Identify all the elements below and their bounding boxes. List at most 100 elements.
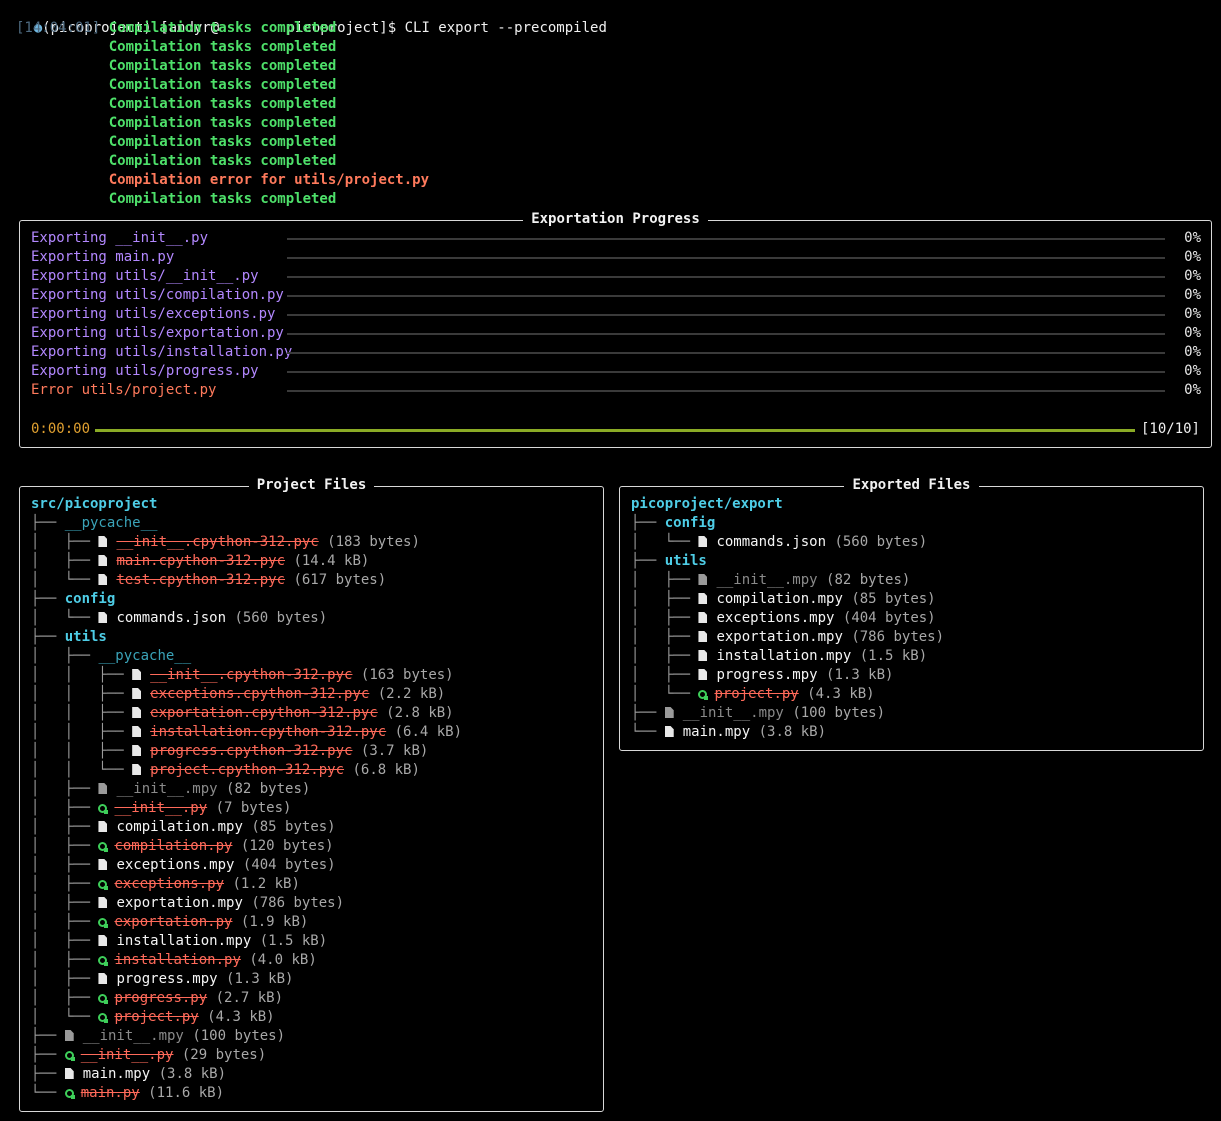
tree-guide: │ ├── xyxy=(631,572,699,588)
file-name: __init__.mpy xyxy=(116,781,218,797)
tree-file: │ ├── exportation.mpy (786 bytes) xyxy=(631,628,944,647)
tree-guide: │ └── xyxy=(31,572,99,588)
file-size: (6.8 kB) xyxy=(352,762,420,778)
tree-guide: ├── xyxy=(631,515,665,531)
file-name: progress.cpython-312.pyc xyxy=(150,743,353,759)
file-icon xyxy=(698,650,708,661)
file-name: __init__.mpy xyxy=(82,1028,184,1044)
file-name: exceptions.py xyxy=(114,876,225,892)
tree-guide: └── xyxy=(31,1085,65,1101)
file-icon xyxy=(664,707,674,718)
tree-guide: ├── xyxy=(31,515,65,531)
file-size: (1.5 kB) xyxy=(859,648,928,664)
log-message: Compilation tasks completed xyxy=(108,134,337,150)
tree-guide: │ └── xyxy=(631,686,699,702)
tree-file: │ └── project.py (4.3 kB) xyxy=(31,1008,275,1027)
tree-file: │ ├── __init__.mpy (82 bytes) xyxy=(31,780,310,799)
file-size: (7 bytes) xyxy=(215,800,292,816)
tree-guide: │ ├── xyxy=(31,952,99,968)
file-icon xyxy=(98,536,108,547)
file-name: exceptions.mpy xyxy=(716,610,835,626)
file-icon xyxy=(98,574,108,585)
file-size: (14.4 kB) xyxy=(293,553,370,569)
export-task-row: Exporting utils/compilation.py 0% xyxy=(31,286,1201,305)
tree-guide: │ ├── xyxy=(31,819,99,835)
file-name: __init__.cpython-312.pyc xyxy=(150,667,353,683)
file-size: (4.3 kB) xyxy=(807,686,875,702)
tree-file: │ ├── exceptions.mpy (404 bytes) xyxy=(31,856,336,875)
python-file-icon xyxy=(98,994,109,1004)
export-task-label: Exporting main.py xyxy=(31,249,175,265)
prompt-line: ●(picoproject) [andyr@ picoproject]$ CLI… xyxy=(0,0,607,36)
file-name: main.mpy xyxy=(82,1066,151,1082)
tree-file: │ │ └── project.cpython-312.pyc (6.8 kB) xyxy=(31,761,420,780)
file-icon xyxy=(64,1030,74,1041)
tree-guide: │ ├── xyxy=(31,876,99,892)
tree-file: │ │ ├── __init__.cpython-312.pyc (163 by… xyxy=(31,666,454,685)
tree-guide: │ ├── xyxy=(31,933,99,949)
folder-name: utils xyxy=(664,553,707,569)
file-icon xyxy=(132,764,142,775)
elapsed-time: 0:00:00 xyxy=(31,421,91,437)
file-size: (1.5 kB) xyxy=(259,933,328,949)
export-task-percent: 0% xyxy=(1184,249,1201,265)
file-name: exceptions.mpy xyxy=(116,857,235,873)
tree-file: │ ├── __init__.py (7 bytes) xyxy=(31,799,291,818)
terminal-window: ●(picoproject) [andyr@ picoproject]$ CLI… xyxy=(0,0,1221,1121)
file-name: compilation.mpy xyxy=(116,819,243,835)
task-count: [10/10] xyxy=(1140,421,1200,437)
file-name: compilation.py xyxy=(114,838,233,854)
file-size: (6.4 kB) xyxy=(394,724,463,740)
tree-dir: │ ├── __pycache__ xyxy=(31,647,191,666)
export-task-percent: 0% xyxy=(1184,325,1201,341)
python-file-icon xyxy=(64,1051,75,1061)
export-task-percent: 0% xyxy=(1184,230,1201,246)
export-task-bar xyxy=(287,390,1165,392)
tree-file: ├── __init__.mpy (100 bytes) xyxy=(631,704,885,723)
tree-guide: ├── xyxy=(31,1047,65,1063)
file-size: (100 bytes) xyxy=(192,1028,286,1044)
file-size: (82 bytes) xyxy=(226,781,311,797)
log-message: Compilation tasks completed xyxy=(108,39,337,55)
export-task-row: Exporting utils/exportation.py 0% xyxy=(31,324,1201,343)
file-name: progress.mpy xyxy=(116,971,218,987)
log-message: Compilation tasks completed xyxy=(108,58,337,74)
tree-guide: │ ├── xyxy=(631,629,699,645)
file-name: test.cpython-312.pyc xyxy=(116,572,286,588)
file-name: exportation.cpython-312.pyc xyxy=(150,705,378,721)
export-task-bar xyxy=(287,276,1165,278)
tree-guide: │ ├── xyxy=(31,838,99,854)
tree-file: │ ├── exceptions.mpy (404 bytes) xyxy=(631,609,936,628)
tree-guide: │ ├── xyxy=(631,610,699,626)
tree-guide: ├── xyxy=(31,1028,65,1044)
file-name: installation.py xyxy=(114,952,241,968)
tree-guide: ├── xyxy=(631,553,665,569)
tree-guide: │ │ ├── xyxy=(31,743,133,759)
export-task-bar xyxy=(287,257,1165,259)
log-line: Compilation tasks completed xyxy=(16,95,337,114)
log-line: Compilation tasks completed xyxy=(16,152,337,171)
export-task-label: Exporting utils/progress.py xyxy=(31,363,259,379)
export-task-row: Exporting utils/progress.py 0% xyxy=(31,362,1201,381)
file-size: (786 bytes) xyxy=(851,629,945,645)
tree-file: ├── __init__.py (29 bytes) xyxy=(31,1046,266,1065)
tree-file: │ │ ├── progress.cpython-312.pyc (3.7 kB… xyxy=(31,742,428,761)
tree-file: │ ├── progress.py (2.7 kB) xyxy=(31,989,283,1008)
python-file-icon xyxy=(698,690,709,700)
file-name: exportation.mpy xyxy=(116,895,243,911)
tree-guide: │ │ ├── xyxy=(31,686,133,702)
file-size: (3.8 kB) xyxy=(758,724,827,740)
exported-files-panel: Exported Files picoproject/export ├── co… xyxy=(619,477,1204,751)
log-message: Compilation error for utils/project.py xyxy=(108,172,430,188)
log-message: Compilation tasks completed xyxy=(108,20,337,36)
tree-guide: │ ├── xyxy=(31,553,99,569)
tree-guide: │ ├── xyxy=(31,534,99,550)
tree-file: │ ├── installation.mpy (1.5 kB) xyxy=(31,932,327,951)
tree-guide: │ ├── xyxy=(31,914,99,930)
file-size: (2.8 kB) xyxy=(386,705,454,721)
tree-file: │ ├── progress.mpy (1.3 kB) xyxy=(631,666,893,685)
file-size: (3.8 kB) xyxy=(158,1066,227,1082)
tree-guide: ├── xyxy=(31,1066,65,1082)
file-icon xyxy=(98,783,108,794)
file-size: (120 bytes) xyxy=(240,838,334,854)
